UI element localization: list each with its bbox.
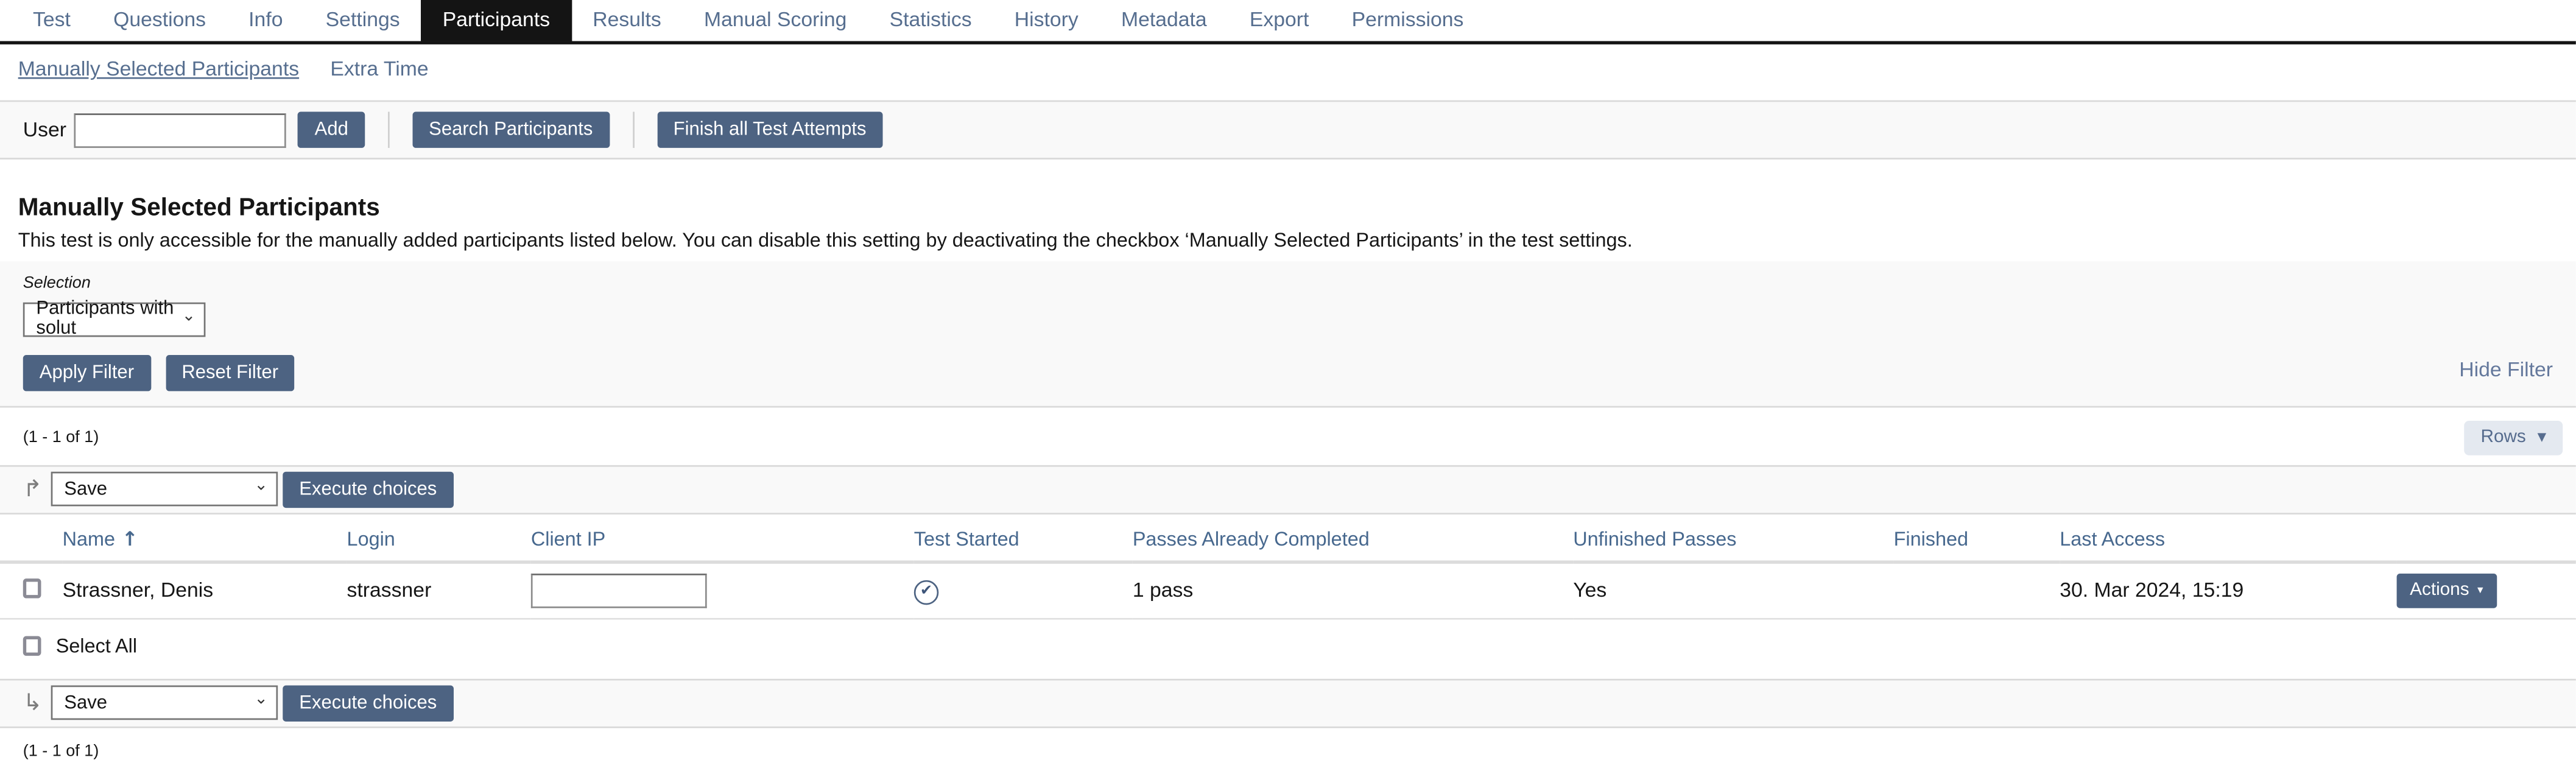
actions-button-label: Actions — [2410, 580, 2469, 600]
column-client-ip[interactable]: Client IP — [530, 513, 914, 563]
bulk-actions-top: ↱ Save ⌄ Execute choices — [0, 464, 2576, 514]
client-ip-input[interactable] — [530, 572, 707, 608]
search-participants-button[interactable]: Search Participants — [412, 111, 610, 148]
cell-name: Strassner, Denis — [62, 561, 347, 619]
rows-button[interactable]: Rows ▼ — [2464, 420, 2563, 455]
bulk-action-select-top[interactable]: Save ⌄ — [51, 471, 278, 507]
page-title: Manually Selected Participants — [18, 194, 380, 222]
column-login[interactable]: Login — [347, 513, 531, 563]
select-all-row: Select All — [0, 619, 2576, 671]
apply-filter-button[interactable]: Apply Filter — [23, 354, 151, 391]
column-checkbox — [0, 513, 63, 563]
finish-all-test-attempts-button[interactable]: Finish all Test Attempts — [656, 111, 883, 148]
tab-questions[interactable]: Questions — [92, 0, 227, 41]
result-count-top: (1 - 1 of 1) — [23, 428, 99, 446]
main-tab-bar: Test Questions Info Settings Participant… — [0, 0, 2576, 44]
chevron-down-icon: ⌄ — [254, 476, 268, 495]
reset-filter-button[interactable]: Reset Filter — [165, 354, 295, 391]
execute-choices-button-top[interactable]: Execute choices — [283, 471, 454, 507]
pagination-row: (1 - 1 of 1) Rows ▼ — [0, 407, 2576, 464]
bulk-action-value: Save — [64, 479, 108, 499]
selection-label: Selection — [23, 274, 91, 293]
bulk-action-select-bottom[interactable]: Save ⌄ — [51, 685, 278, 720]
user-label: User — [23, 118, 67, 142]
cell-unfinished-passes: Yes — [1573, 561, 1894, 619]
bulk-actions-bottom: ↳ Save ⌄ Execute choices — [0, 678, 2576, 728]
toolbar-separator — [632, 111, 634, 148]
add-button[interactable]: Add — [298, 111, 365, 148]
participants-table: Name ↑ Login Client IP Test Started Passe… — [0, 513, 2576, 619]
test-participants-page: Test Questions Info Settings Participant… — [0, 0, 2576, 766]
table-row: Strassner, Denis strassner ✔ 1 pass Yes … — [0, 561, 2576, 619]
select-all-checkbox[interactable] — [23, 635, 41, 655]
select-all-label: Select All — [55, 633, 138, 657]
subtab-manually-selected-participants[interactable]: Manually Selected Participants — [18, 57, 299, 80]
cell-last-access: 30. Mar 2024, 15:19 — [2060, 561, 2397, 619]
chevron-down-icon: ⌄ — [181, 306, 196, 325]
row-checkbox[interactable] — [23, 577, 41, 598]
hide-filter-link[interactable]: Hide Filter — [2459, 357, 2553, 381]
column-actions — [2396, 513, 2576, 563]
cell-passes-completed: 1 pass — [1132, 561, 1574, 619]
result-count-bottom: (1 - 1 of 1) — [23, 742, 99, 761]
selection-select-value: Participants with solut — [36, 299, 174, 339]
sort-ascending-icon: ↑ — [121, 527, 138, 550]
tab-statistics[interactable]: Statistics — [868, 0, 993, 41]
caret-down-icon: ▾ — [2477, 582, 2483, 596]
apply-to-selected-bottom-icon: ↳ — [23, 689, 43, 716]
tab-test[interactable]: Test — [12, 0, 92, 41]
tab-info[interactable]: Info — [227, 0, 304, 41]
column-name-label: Name — [62, 527, 115, 550]
tab-participants[interactable]: Participants — [421, 0, 572, 41]
cell-finished — [1893, 561, 2060, 619]
execute-choices-button-bottom[interactable]: Execute choices — [283, 684, 454, 721]
page-description: This test is only accessible for the man… — [18, 228, 1633, 251]
checkmark-glyph: ✔ — [920, 582, 933, 599]
tab-metadata[interactable]: Metadata — [1100, 0, 1228, 41]
tab-export[interactable]: Export — [1228, 0, 1331, 41]
caret-down-icon: ▼ — [2537, 429, 2547, 443]
chevron-down-icon: ⌄ — [254, 690, 268, 709]
toolbar-separator — [387, 111, 390, 148]
add-participant-toolbar: User Add Search Participants Finish all … — [0, 100, 2576, 160]
column-test-started[interactable]: Test Started — [913, 513, 1133, 563]
tab-history[interactable]: History — [993, 0, 1100, 41]
column-passes-already-completed[interactable]: Passes Already Completed — [1132, 513, 1574, 563]
tab-permissions[interactable]: Permissions — [1331, 0, 1485, 41]
tab-results[interactable]: Results — [571, 0, 683, 41]
column-finished[interactable]: Finished — [1893, 513, 2060, 563]
selection-select[interactable]: Participants with solut ⌄ — [23, 299, 206, 339]
user-input[interactable] — [74, 112, 287, 147]
bulk-action-value: Save — [64, 692, 108, 713]
rows-button-label: Rows — [2480, 427, 2526, 448]
column-name[interactable]: Name ↑ — [62, 513, 347, 563]
filter-panel: Selection Participants with solut ⌄ Appl… — [0, 261, 2576, 407]
table-header-row: Name ↑ Login Client IP Test Started Passe… — [0, 513, 2576, 563]
column-unfinished-passes[interactable]: Unfinished Passes — [1573, 513, 1894, 563]
tab-manual-scoring[interactable]: Manual Scoring — [683, 0, 868, 41]
column-last-access[interactable]: Last Access — [2060, 513, 2397, 563]
sub-tab-bar: Manually Selected Participants Extra Tim… — [18, 57, 2576, 80]
cell-login: strassner — [347, 561, 531, 619]
filter-buttons: Apply Filter Reset Filter — [23, 354, 2553, 391]
apply-to-selected-top-icon: ↱ — [23, 476, 43, 502]
subtab-extra-time[interactable]: Extra Time — [330, 57, 428, 80]
actions-button[interactable]: Actions ▾ — [2396, 572, 2497, 608]
tab-settings[interactable]: Settings — [304, 0, 421, 41]
test-started-check-icon: ✔ — [913, 579, 939, 604]
